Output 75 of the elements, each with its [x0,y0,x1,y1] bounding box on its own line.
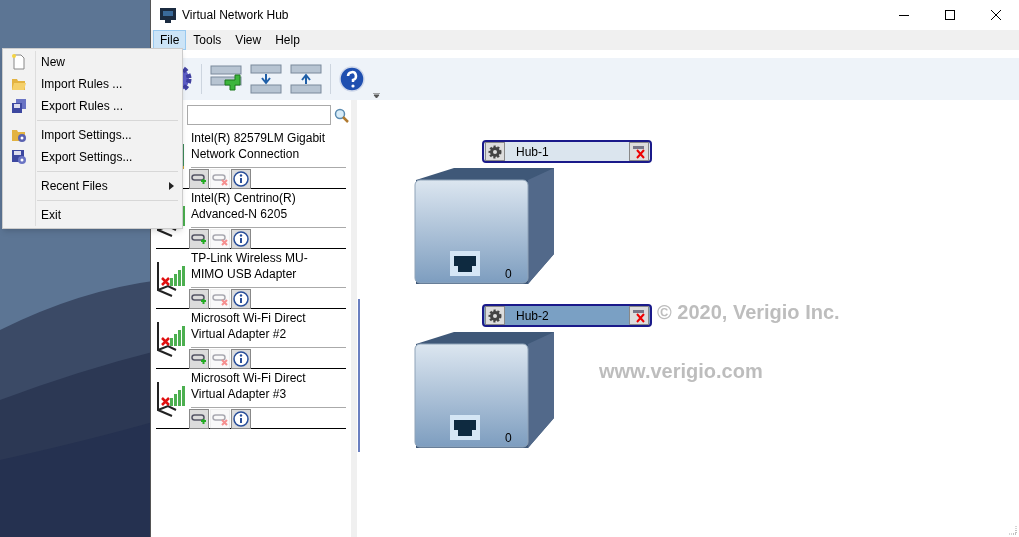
hub-header[interactable]: Hub-2 [482,304,652,327]
folder-gear-icon [11,127,27,143]
menu-bar-item[interactable]: File [153,30,187,50]
info-icon [233,351,249,367]
hub-delete-button[interactable] [629,142,649,161]
hub-name: Hub-2 [516,307,550,325]
folder-icon [11,76,27,92]
menu-bar-item[interactable]: View [228,30,269,50]
delete-hub-icon [632,308,646,323]
info-button[interactable] [231,169,251,189]
resize-grip-icon[interactable] [1007,525,1017,535]
adapter-name: TP-Link Wireless MU-MIMO USB Adapter [191,250,309,282]
floppy-gear-icon [11,149,27,165]
app-logo-icon [160,7,176,23]
maximize-icon [945,10,955,20]
info-button[interactable] [231,229,251,249]
info-button[interactable] [231,289,251,309]
link-add-icon [191,352,207,366]
info-icon [233,231,249,247]
connect-button[interactable] [189,289,209,309]
link-add-icon [191,412,207,426]
port-count: 0 [505,266,512,283]
hub-settings-button[interactable] [485,142,505,161]
link-remove-icon [212,232,228,246]
gear-icon [488,308,502,323]
minimize-icon [899,14,909,16]
document-icon [11,54,27,70]
info-icon [233,171,249,187]
menu-item[interactable]: Export Settings... [3,146,182,168]
menu-item[interactable]: Import Settings... [3,124,182,146]
port-count: 0 [505,430,512,447]
connect-button[interactable] [189,409,209,429]
info-icon [233,291,249,307]
adapter-name: Intel(R) 82579LM Gigabit Network Connection [191,130,327,162]
menu-item[interactable]: Exit [3,204,182,226]
connect-button[interactable] [189,229,209,249]
adapter-name: Microsoft Wi-Fi Direct Virtual Adapter #2 [191,310,307,342]
connect-button[interactable] [189,169,209,189]
link-add-icon [191,172,207,186]
info-button[interactable] [231,349,251,369]
canvas-watermark: © 2020, Verigio Inc. [657,300,840,325]
search-icon[interactable] [334,107,349,123]
canvas-watermark: www.verigio.com [599,359,763,384]
info-icon [233,411,249,427]
close-icon [991,10,1001,20]
link-add-icon [191,292,207,306]
import-hub-icon[interactable] [250,63,282,95]
hub-header[interactable]: Hub-1 [482,140,652,163]
link-remove-icon [212,352,228,366]
info-button[interactable] [231,409,251,429]
hub-name: Hub-1 [516,143,550,161]
gear-icon [488,144,502,159]
search-field[interactable] [187,105,331,125]
menu-item[interactable]: Export Rules ... [3,95,182,117]
export-hub-icon[interactable] [290,63,322,95]
menu-bar-item[interactable]: Help [268,30,307,50]
overflow-icon[interactable] [373,93,380,98]
menu-item[interactable]: New [3,51,182,73]
floppy-stack-icon [11,98,27,114]
adapter-name: Microsoft Wi-Fi Direct Virtual Adapter #3 [191,370,307,402]
link-remove-icon [212,412,228,426]
menu-item[interactable]: Recent Files [3,175,182,197]
hub-delete-button[interactable] [629,306,649,325]
hub-settings-button[interactable] [485,306,505,325]
delete-hub-icon [632,144,646,159]
link-add-icon [191,232,207,246]
link-remove-icon [212,172,228,186]
window-title: Virtual Network Hub [182,7,290,24]
adapter-name: Intel(R) Centrino(R) Advanced-N 6205 [191,190,297,222]
link-remove-icon [212,292,228,306]
connect-button[interactable] [189,349,209,369]
menu-item[interactable]: Import Rules ... [3,73,182,95]
help-icon[interactable] [339,66,365,92]
submenu-arrow-icon [169,182,174,190]
menu-bar-item[interactable]: Tools [186,30,229,50]
